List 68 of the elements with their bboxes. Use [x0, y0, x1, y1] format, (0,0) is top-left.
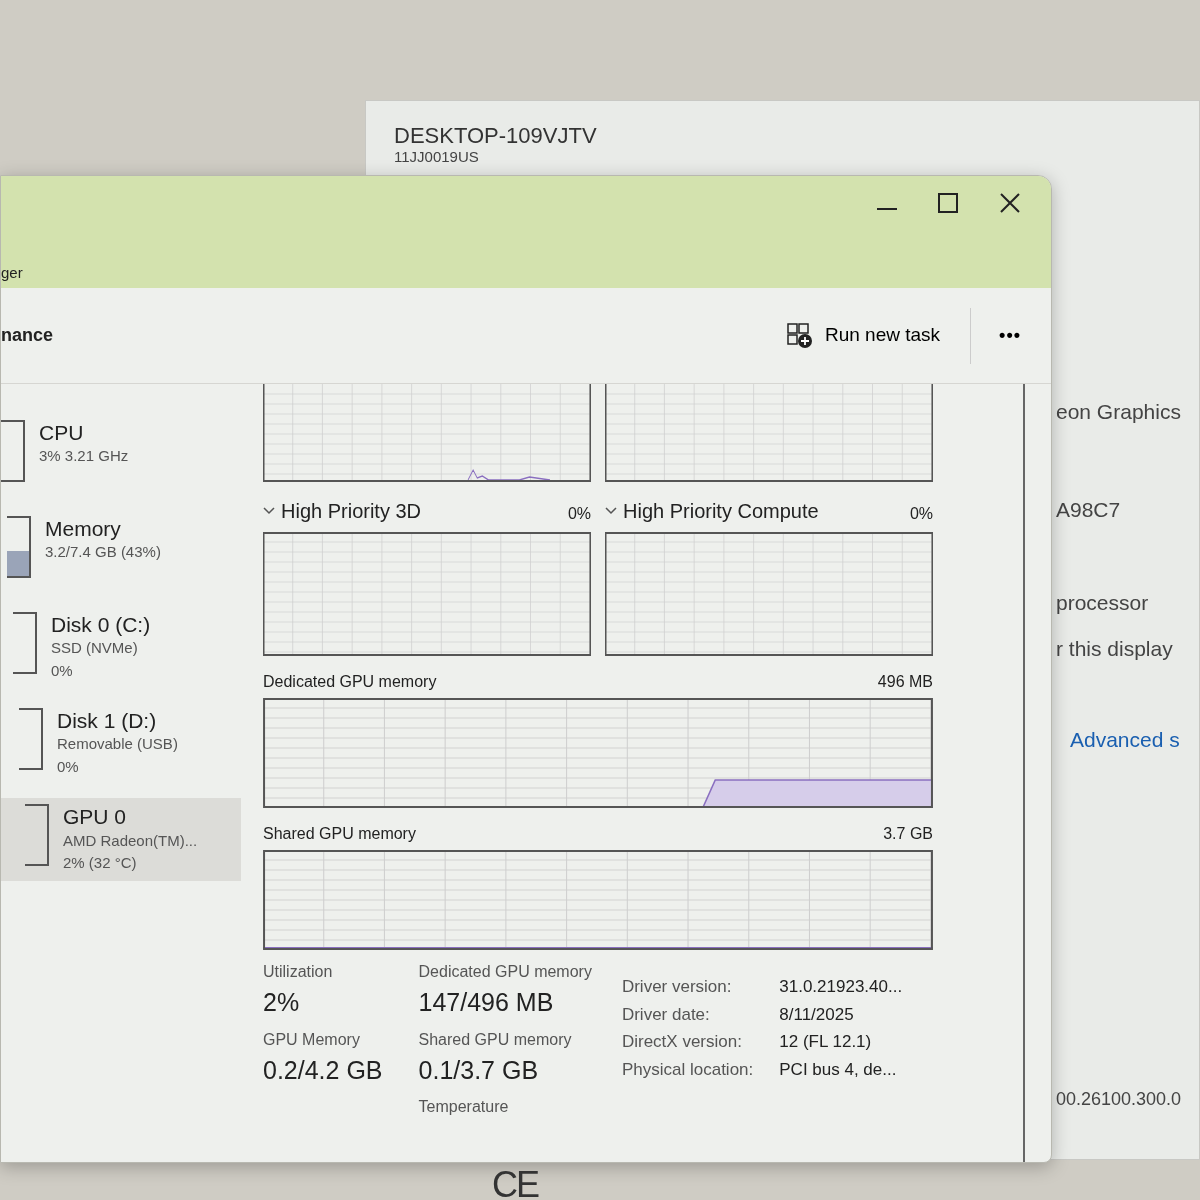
maximize-button[interactable]: [937, 190, 959, 214]
more-button[interactable]: •••: [993, 321, 1027, 350]
graph-label: Shared GPU memory: [263, 824, 416, 844]
new-task-icon: [786, 322, 813, 349]
stat-label: Temperature: [418, 1097, 510, 1117]
version-text: 00.26100.300.0: [1056, 1087, 1183, 1111]
window-title: ger: [1, 263, 23, 283]
minimize-icon: [877, 208, 897, 210]
item-name: Memory: [45, 516, 122, 542]
item-detail: SSD (NVMe): [51, 638, 139, 659]
detail-label: Driver date:: [621, 1003, 711, 1026]
stat-label: Dedicated GPU memory: [418, 962, 592, 982]
item-detail: Removable (USB): [57, 734, 178, 755]
item-detail: AMD Radeon(TM)...: [63, 830, 198, 851]
stat-label: GPU Memory: [263, 1029, 361, 1050]
close-button[interactable]: [999, 190, 1021, 214]
stat-value: 0.1/3.7 GB: [418, 1054, 540, 1086]
advanced-link[interactable]: Advanced s: [1070, 724, 1196, 756]
device-name: DESKTOP-109VJTV: [394, 123, 598, 149]
detail-value: 31.0.21923.40...: [779, 976, 903, 998]
item-name: Disk 1 (D:): [57, 708, 158, 734]
item-name: Disk 0 (C:): [51, 612, 151, 638]
sidebar-item[interactable]: Memory 3.2/7.4 GB (43%): [1, 510, 241, 592]
graph-max: 3.7 GB: [883, 824, 933, 844]
maximize-icon: [937, 191, 959, 214]
close-icon: [999, 191, 1021, 214]
detail-value: 8/11/2025: [779, 1003, 855, 1026]
stat-label: Shared GPU memory: [418, 1029, 573, 1050]
thumbnail-graph: [25, 804, 49, 867]
ce-mark: CE: [492, 1163, 538, 1200]
engine-reading: 0%: [909, 504, 933, 524]
engine-reading: 0%: [567, 504, 591, 524]
detail-value: 12 (FL 12.1): [779, 1031, 873, 1053]
sidebar-item[interactable]: Disk 0 (C:) SSD (NVMe) 0%: [1, 606, 241, 689]
item-detail: 0%: [57, 756, 80, 777]
stat-value: 2%: [263, 987, 301, 1018]
device-model: 11JJ0019US: [394, 148, 480, 166]
detail-label: Driver version:: [621, 976, 733, 998]
engine-label: High Priority Compute: [623, 499, 819, 524]
thumbnail-graph: [13, 612, 37, 674]
engine-label: High Priority 3D: [281, 499, 422, 524]
sidebar-item[interactable]: CPU 3% 3.21 GHz: [1, 414, 241, 496]
detail-text: A98C7: [1056, 496, 1122, 523]
item-detail: 0%: [51, 660, 74, 681]
thumbnail-graph: [1, 420, 25, 482]
item-detail: 2% (32 °C): [63, 853, 138, 874]
item-detail: 3% 3.21 GHz: [39, 446, 129, 467]
page-title: nance: [1, 324, 54, 347]
detail-label: Physical location:: [621, 1058, 754, 1081]
item-detail: 3.2/7.4 GB (43%): [45, 542, 161, 563]
detail-text: r this display: [1056, 635, 1174, 662]
stat-label: Utilization: [263, 962, 334, 982]
detail-value: PCI bus 4, de...: [779, 1058, 898, 1081]
detail-text: processor: [1056, 590, 1150, 616]
stat-value: 147/496 MB: [418, 987, 555, 1018]
chevron-icon: [263, 507, 275, 515]
detail-label: DirectX version:: [621, 1031, 743, 1053]
graph-label: Dedicated GPU memory: [263, 672, 437, 692]
sidebar-item[interactable]: Disk 1 (D:) Removable (USB) 0%: [1, 702, 241, 785]
stat-value: 0.2/4.2 GB: [263, 1054, 383, 1086]
thumbnail-graph: [19, 708, 43, 771]
item-name: GPU 0: [63, 804, 128, 830]
run-new-task-button[interactable]: Run new task: [776, 315, 951, 356]
sidebar-item[interactable]: GPU 0 AMD Radeon(TM)... 2% (32 °C): [1, 798, 241, 881]
chevron-icon: [605, 507, 617, 515]
detail-text: eon Graphics: [1056, 399, 1182, 425]
graph-max: 496 MB: [877, 672, 933, 692]
item-name: CPU: [39, 420, 85, 446]
